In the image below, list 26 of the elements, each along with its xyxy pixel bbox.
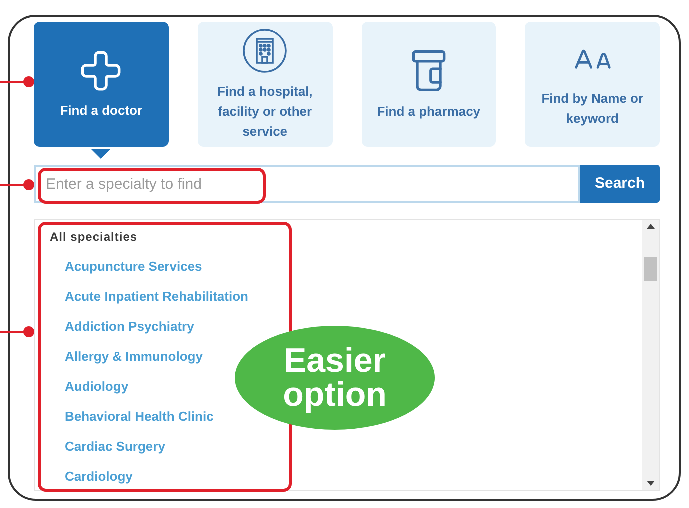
callout-line — [0, 76, 36, 88]
specialty-link[interactable]: Addiction Psychiatry — [65, 319, 194, 335]
specialty-link[interactable]: Acute Inpatient Rehabilitation — [65, 289, 248, 305]
bubble-text: option — [283, 378, 387, 412]
specialty-link[interactable]: Allergy & Immunology — [65, 349, 203, 365]
specialty-link[interactable]: Audiology — [65, 379, 129, 395]
specialty-link[interactable]: Cardiac Surgery — [65, 439, 166, 455]
search-type-tile[interactable]: Find by Name or keyword — [525, 22, 660, 147]
specialty-link[interactable]: Acupuncture Services — [65, 259, 202, 275]
callout-line — [0, 179, 36, 191]
list-heading: All specialties — [50, 229, 139, 245]
callout-line — [0, 326, 36, 338]
search-button[interactable]: Search — [580, 165, 660, 203]
specialty-link[interactable]: Behavioral Health Clinic — [65, 409, 214, 425]
scroll-down-icon[interactable] — [646, 481, 654, 486]
search-type-tile[interactable]: Find a hospital, facility or other service — [198, 22, 332, 147]
specialty-link[interactable]: Cardiology — [65, 469, 133, 485]
bubble-text: Easier — [284, 344, 386, 378]
scroll-thumb[interactable] — [644, 257, 657, 281]
building-icon — [242, 28, 288, 74]
scroll-up-icon[interactable] — [646, 224, 654, 229]
pointer-triangle-icon — [91, 149, 112, 159]
specialty-search-field[interactable]: Enter a specialty to find — [34, 165, 580, 203]
search-type-tile[interactable]: Find a doctor — [34, 22, 169, 147]
search-type-tile[interactable]: Find a pharmacy — [362, 22, 496, 147]
cross-icon — [79, 48, 124, 92]
